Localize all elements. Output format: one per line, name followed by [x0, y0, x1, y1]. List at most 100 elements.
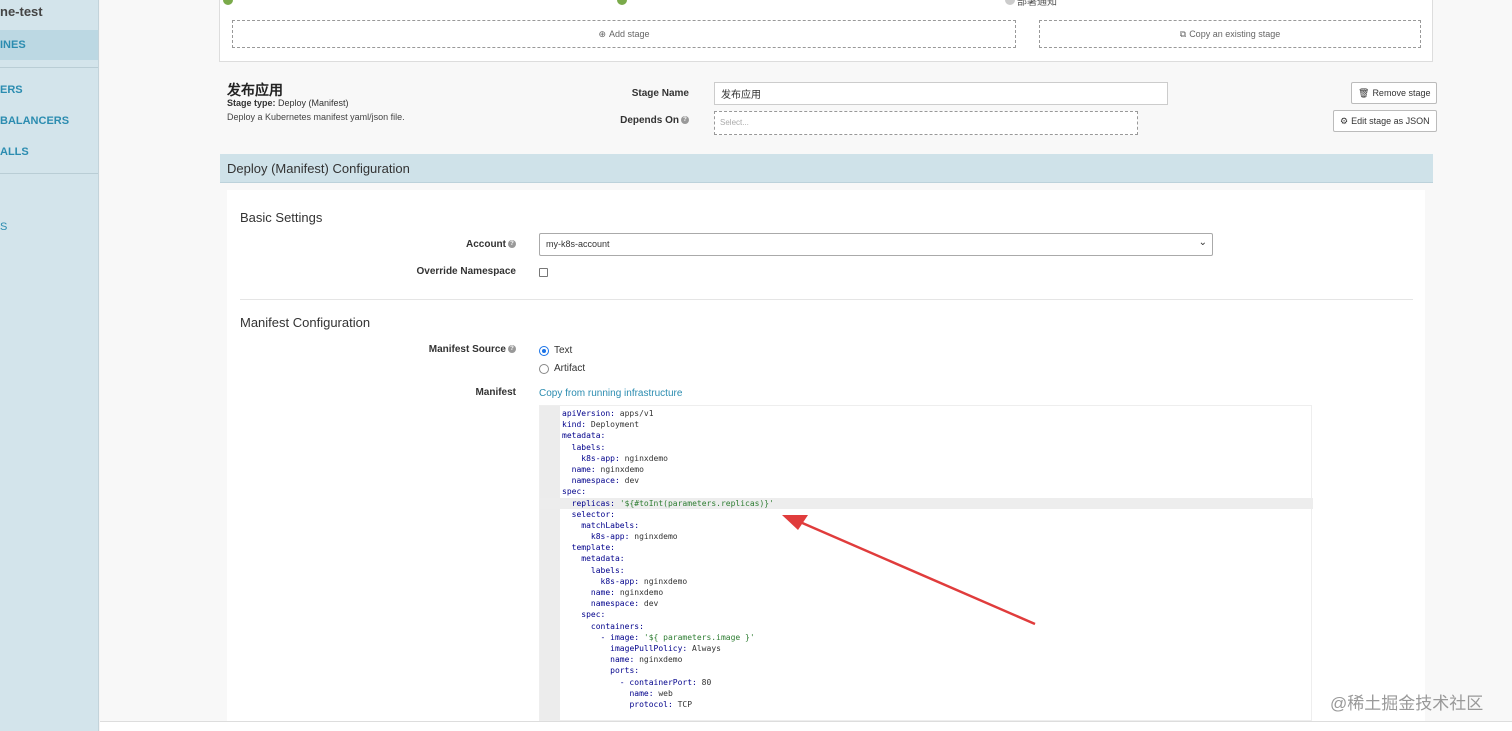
manifest-source-text: Manifest Source	[428, 344, 506, 355]
override-namespace-checkbox[interactable]	[539, 268, 548, 277]
code-key: name:	[629, 688, 654, 698]
code-line[interactable]: namespace: dev	[562, 475, 774, 486]
account-select[interactable]: my-k8s-account ⌄	[539, 233, 1213, 256]
code-line[interactable]: template:	[562, 542, 774, 553]
sidebar-item-clusters[interactable]: ERS	[0, 84, 23, 96]
code-line[interactable]: name: nginxdemo	[562, 587, 774, 598]
copy-from-infrastructure-link[interactable]: Copy from running infrastructure	[539, 388, 682, 399]
override-namespace-label: Override Namespace	[416, 266, 516, 277]
code-line[interactable]: k8s-app: nginxdemo	[562, 531, 774, 542]
source-text-radio[interactable]	[539, 346, 549, 356]
code-line[interactable]: k8s-app: nginxdemo	[562, 453, 774, 464]
stage-description: Deploy a Kubernetes manifest yaml/json f…	[227, 112, 405, 122]
source-artifact-label[interactable]: Artifact	[554, 363, 585, 374]
copy-icon: ⧉	[1179, 28, 1187, 39]
add-stage-button[interactable]: ⊕ Add stage	[232, 20, 1016, 48]
code-value: nginxdemo	[619, 453, 668, 463]
code-key: kind:	[562, 420, 587, 430]
sidebar-item-tasks[interactable]: S	[0, 221, 7, 233]
code-key: k8s-app:	[590, 532, 630, 542]
code-line-content: labels:	[562, 566, 625, 575]
code-value: Deployment	[586, 420, 640, 430]
code-line[interactable]: replicas: '${#toInt(parameters.replicas)…	[540, 497, 1313, 509]
code-line[interactable]: metadata:	[562, 430, 774, 441]
source-text-label[interactable]: Text	[554, 345, 572, 356]
edit-json-button[interactable]: ⚙ Edit stage as JSON	[1333, 110, 1437, 132]
manifest-editor[interactable]: apiVersion: apps/v1 kind: Deployment metad…	[539, 405, 1313, 721]
code-line[interactable]: kind: Deployment	[562, 419, 774, 430]
code-value: nginxdemo	[634, 655, 683, 665]
sidebar-item-load-balancers[interactable]: BALANCERS	[0, 115, 69, 127]
stage-node-label[interactable]: 部署通知	[1017, 0, 1057, 8]
code-line[interactable]: selector:	[562, 509, 774, 520]
stage-title: 发布应用	[227, 82, 283, 98]
help-icon[interactable]: ?	[508, 345, 516, 354]
code-line-content: protocol: TCP	[562, 700, 692, 709]
code-line[interactable]: - image: '${ parameters.image }'	[562, 632, 774, 643]
code-line[interactable]: protocol: TCP	[562, 699, 774, 710]
sidebar-divider	[0, 67, 98, 68]
code-key: containers:	[590, 621, 644, 631]
code-key: spec:	[562, 487, 587, 497]
code-line[interactable]: labels:	[562, 565, 774, 576]
code-line[interactable]: - containerPort: 80	[562, 677, 774, 688]
sidebar-item-firewalls[interactable]: ALLS	[0, 146, 29, 158]
code-line[interactable]: matchLabels:	[562, 520, 774, 531]
code-key: protocol:	[629, 699, 673, 709]
code-line-content: template:	[562, 543, 615, 552]
code-line[interactable]: namespace: dev	[562, 598, 774, 609]
help-icon[interactable]: ?	[681, 116, 689, 125]
sidebar-app-name[interactable]: ne-test	[0, 4, 43, 19]
code-line[interactable]: spec:	[562, 609, 774, 620]
code-line[interactable]: name: nginxdemo	[562, 654, 774, 665]
stage-name-label: Stage Name	[631, 88, 689, 99]
code-line[interactable]: metadata:	[562, 553, 774, 564]
code-line[interactable]: containers:	[562, 621, 774, 632]
code-key: name:	[590, 588, 615, 597]
code-key: - image:	[600, 632, 640, 642]
depends-on-select[interactable]: Select...	[714, 111, 1138, 135]
code-key: namespace:	[571, 476, 620, 486]
stage-node[interactable]	[223, 0, 233, 5]
stage-node[interactable]	[1005, 0, 1015, 5]
footer-bar	[100, 721, 1512, 731]
code-line[interactable]: name: nginxdemo	[562, 464, 774, 475]
code-line-content: namespace: dev	[562, 599, 658, 608]
sidebar-divider	[0, 173, 98, 174]
config-section-header: Deploy (Manifest) Configuration	[220, 154, 1433, 183]
code-line[interactable]: spec:	[562, 486, 774, 497]
code-line[interactable]: labels:	[562, 442, 774, 453]
stage-name-input[interactable]	[714, 82, 1168, 105]
code-line[interactable]: ports:	[562, 665, 774, 676]
code-line[interactable]: imagePullPolicy: Always	[562, 643, 774, 654]
code-line[interactable]: apiVersion: apps/v1	[562, 408, 774, 419]
plus-circle-icon: ⊕	[598, 28, 606, 39]
chevron-down-icon: ⌄	[1198, 237, 1207, 248]
code-key: name:	[610, 655, 635, 665]
stage-type-value: Deploy (Manifest)	[278, 98, 349, 108]
code-line-content: selector:	[562, 510, 615, 519]
source-artifact-radio[interactable]	[539, 364, 549, 374]
help-icon[interactable]: ?	[508, 240, 516, 249]
depends-on-text: Depends On	[620, 115, 679, 126]
code-value: web	[653, 688, 673, 698]
remove-stage-button[interactable]: 🗑 Remove stage	[1351, 82, 1438, 104]
code-value: nginxdemo	[595, 464, 644, 474]
code-line-content: name: web	[562, 688, 673, 698]
code-key: matchLabels:	[581, 520, 640, 530]
code-line-content: name: nginxdemo	[562, 588, 663, 597]
copy-stage-button[interactable]: ⧉ Copy an existing stage	[1039, 20, 1421, 48]
code-line-content: labels:	[562, 443, 606, 452]
code-line-content: spec:	[562, 487, 586, 496]
stage-node[interactable]	[617, 0, 627, 5]
code-line[interactable]: k8s-app: nginxdemo	[562, 576, 774, 587]
gear-icon: ⚙	[1340, 115, 1349, 126]
manifest-config-title: Manifest Configuration	[240, 315, 371, 330]
manifest-code[interactable]: apiVersion: apps/v1 kind: Deployment metad…	[540, 408, 1313, 710]
sidebar-item-pipelines[interactable]: INES	[0, 30, 98, 60]
code-key: k8s-app:	[581, 453, 620, 463]
code-value: dev	[619, 476, 640, 486]
trash-icon: 🗑	[1358, 87, 1370, 98]
code-line[interactable]: name: web	[562, 688, 774, 699]
account-select-value: my-k8s-account	[546, 239, 610, 249]
